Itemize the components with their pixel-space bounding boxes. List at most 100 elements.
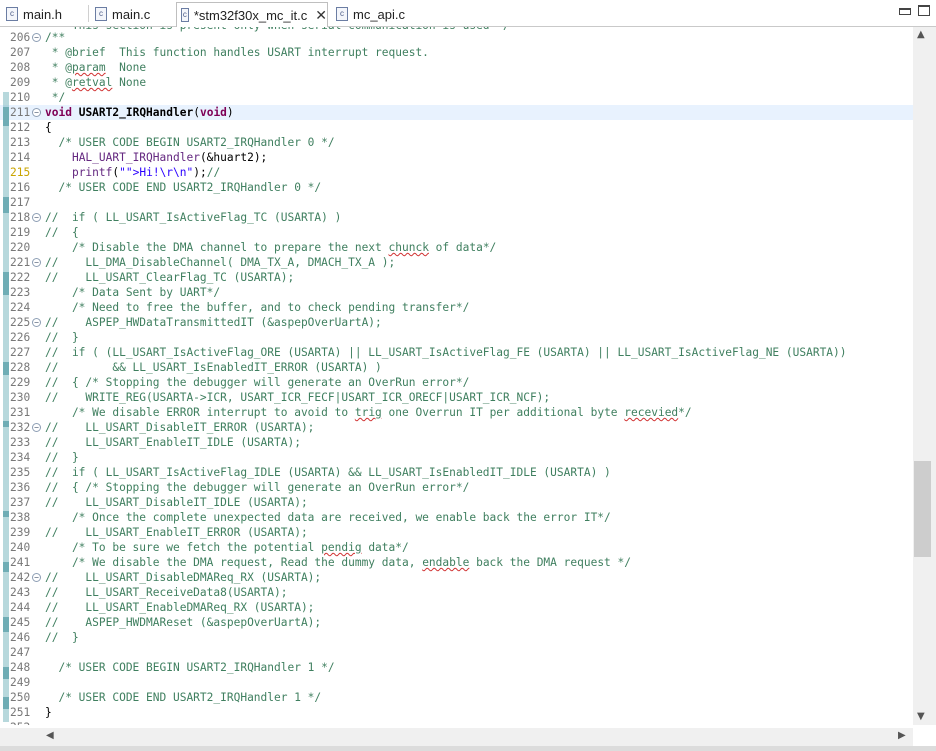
code-line[interactable]: 235 // if ( LL_USART_IsActiveFlag_IDLE (U… xyxy=(0,465,913,480)
code-line[interactable]: 243 // LL_USART_ReceiveData8(USARTA); xyxy=(0,585,913,600)
line-number: 209 xyxy=(10,76,31,89)
code-line[interactable]: 206−/** xyxy=(0,30,913,45)
code-line[interactable]: 210 */ xyxy=(0,90,913,105)
line-number: 230 xyxy=(10,391,31,404)
fold-toggle-icon[interactable]: − xyxy=(32,108,41,117)
code-line[interactable]: 226 // } xyxy=(0,330,913,345)
code-line[interactable]: 229 // { /* Stopping the debugger will ge… xyxy=(0,375,913,390)
code-line[interactable]: 208 * @param None xyxy=(0,60,913,75)
code-line[interactable]: 240 /* To be sure we fetch the potential… xyxy=(0,540,913,555)
fold-toggle-icon[interactable]: − xyxy=(32,573,41,582)
code-line[interactable]: 247 xyxy=(0,645,913,660)
code-line[interactable]: 228 // && LL_USART_IsEnabledIT_ERROR (USA… xyxy=(0,360,913,375)
code-line[interactable]: 214 HAL_UART_IRQHandler(&huart2); xyxy=(0,150,913,165)
code-line[interactable]: 213 /* USER CODE BEGIN USART2_IRQHandler… xyxy=(0,135,913,150)
code-line[interactable]: 239 // LL_USART_EnableIT_ERROR (USARTA); xyxy=(0,525,913,540)
code-line[interactable]: 230 // WRITE_REG(USARTA->ICR, USART_ICR_F… xyxy=(0,390,913,405)
status-strip xyxy=(0,746,936,751)
code-line[interactable]: 238 /* Once the complete unexpected data… xyxy=(0,510,913,525)
code-line[interactable]: 217 xyxy=(0,195,913,210)
code-line[interactable]: 246 // } xyxy=(0,630,913,645)
code-text: /* We disable ERROR interrupt to avoid t… xyxy=(45,406,692,419)
code-line[interactable]: 220 /* Disable the DMA channel to prepar… xyxy=(0,240,913,255)
scroll-down-icon[interactable]: ▼ xyxy=(917,711,925,722)
code-text: /* Need to free the buffer, and to check… xyxy=(45,301,470,314)
line-number: 249 xyxy=(10,676,31,689)
code-text: * @brief This function handles USART int… xyxy=(45,46,429,59)
scroll-up-icon[interactable]: ▲ xyxy=(917,29,925,40)
tab-main-c[interactable]: c main.c xyxy=(91,2,175,26)
tab-main-h[interactable]: c main.h xyxy=(2,2,86,26)
code-line[interactable]: 233 // LL_USART_EnableIT_IDLE (USARTA); xyxy=(0,435,913,450)
editor-tab-bar: c main.h c main.c c *stm32f30x_mc_it.c ✕… xyxy=(0,0,936,27)
code-line[interactable]: 219 // { xyxy=(0,225,913,240)
code-editor[interactable]: * This section is present only when seri… xyxy=(0,27,913,725)
code-text: printf("">Hi!\r\n");// xyxy=(71,166,221,179)
code-line[interactable]: 223 /* Data Sent by UART*/ xyxy=(0,285,913,300)
code-text: // if ( LL_USART_IsActiveFlag_TC (USARTA… xyxy=(45,211,342,224)
code-line[interactable]: 231 /* We disable ERROR interrupt to avo… xyxy=(0,405,913,420)
code-text: // ASPEP_HWDataTransmittedIT (&aspepOver… xyxy=(45,316,382,329)
code-line[interactable]: 252 xyxy=(0,720,913,725)
line-number: 236 xyxy=(10,481,31,494)
code-line[interactable]: 218−// if ( LL_USART_IsActiveFlag_TC (US… xyxy=(0,210,913,225)
code-text: // LL_DMA_DisableChannel( DMA_TX_A, DMAC… xyxy=(45,256,396,269)
line-number: 234 xyxy=(10,451,31,464)
c-file-icon: c xyxy=(181,8,189,22)
code-line[interactable]: 209 * @retval None xyxy=(0,75,913,90)
code-text: // && LL_USART_IsEnabledIT_ERROR (USARTA… xyxy=(45,361,382,374)
c-file-icon: c xyxy=(336,7,348,21)
fold-toggle-icon[interactable]: − xyxy=(32,33,41,42)
fold-toggle-icon[interactable]: − xyxy=(32,318,41,327)
fold-toggle-icon[interactable]: − xyxy=(32,213,41,222)
code-line[interactable]: 225−// ASPEP_HWDataTransmittedIT (&aspep… xyxy=(0,315,913,330)
code-line[interactable]: 248 /* USER CODE BEGIN USART2_IRQHandler… xyxy=(0,660,913,675)
maximize-icon[interactable] xyxy=(918,5,930,16)
code-text: /* USER CODE BEGIN USART2_IRQHandler 1 *… xyxy=(45,661,335,674)
code-line[interactable]: 207 * @brief This function handles USART… xyxy=(0,45,913,60)
line-number: 246 xyxy=(10,631,31,644)
vertical-scroll-thumb[interactable] xyxy=(914,461,931,557)
code-line[interactable]: 241 /* We disable the DMA request, Read … xyxy=(0,555,913,570)
code-line[interactable]: 242−// LL_USART_DisableDMAReq_RX (USARTA… xyxy=(0,570,913,585)
line-number: 223 xyxy=(10,286,31,299)
code-line[interactable]: 216 /* USER CODE END USART2_IRQHandler 0… xyxy=(0,180,913,195)
fold-toggle-icon[interactable]: − xyxy=(32,258,41,267)
scroll-right-icon[interactable]: ▶ xyxy=(898,730,906,741)
code-line[interactable]: 251} xyxy=(0,705,913,720)
code-line[interactable]: 215 printf("">Hi!\r\n");// xyxy=(0,165,913,180)
code-line[interactable]: 224 /* Need to free the buffer, and to c… xyxy=(0,300,913,315)
code-line[interactable]: 211− void USART2_IRQHandler(void) xyxy=(0,105,913,120)
code-text: // if ( (LL_USART_IsActiveFlag_ORE (USAR… xyxy=(45,346,847,359)
code-line[interactable]: 250 /* USER CODE END USART2_IRQHandler 1… xyxy=(0,690,913,705)
code-line[interactable]: 237 // LL_USART_DisableIT_IDLE (USARTA); xyxy=(0,495,913,510)
close-tab-icon[interactable]: ✕ xyxy=(315,7,327,24)
code-line[interactable]: 227 // if ( (LL_USART_IsActiveFlag_ORE (U… xyxy=(0,345,913,360)
code-line[interactable]: 249 xyxy=(0,675,913,690)
minimize-icon[interactable] xyxy=(899,8,911,15)
code-text: */ xyxy=(45,91,66,104)
code-text: * @retval None xyxy=(45,76,147,89)
code-line[interactable]: 244 // LL_USART_EnableDMAReq_RX (USARTA); xyxy=(0,600,913,615)
tab-stm32f30x-mc-it-c[interactable]: c *stm32f30x_mc_it.c ✕ xyxy=(176,2,328,27)
line-number: 233 xyxy=(10,436,31,449)
code-text: // LL_USART_ClearFlag_TC (USARTA); xyxy=(45,271,295,284)
code-line[interactable]: 232−// LL_USART_DisableIT_ERROR (USARTA)… xyxy=(0,420,913,435)
horizontal-scrollbar[interactable]: ◀ ▶ xyxy=(0,728,913,746)
code-line[interactable]: 234 // } xyxy=(0,450,913,465)
code-line[interactable]: 221−// LL_DMA_DisableChannel( DMA_TX_A, … xyxy=(0,255,913,270)
code-line[interactable]: 222 // LL_USART_ClearFlag_TC (USARTA); xyxy=(0,270,913,285)
code-text: // LL_USART_ReceiveData8(USARTA); xyxy=(45,586,288,599)
tab-mc-api-c[interactable]: c mc_api.c xyxy=(332,2,432,26)
vertical-scrollbar[interactable]: ▲ ▼ xyxy=(913,27,936,725)
line-number: 240 xyxy=(10,541,31,554)
code-text: /* USER CODE END USART2_IRQHandler 0 */ xyxy=(45,181,322,194)
code-line[interactable]: 236 // { /* Stopping the debugger will ge… xyxy=(0,480,913,495)
code-line[interactable]: 245 // ASPEP_HWDMAReset (&aspepOverUartA)… xyxy=(0,615,913,630)
line-number: 250 xyxy=(10,691,31,704)
code-line[interactable]: 212 { xyxy=(0,120,913,135)
scroll-left-icon[interactable]: ◀ xyxy=(46,730,54,741)
code-text: // LL_USART_DisableIT_ERROR (USARTA); xyxy=(45,421,315,434)
line-number: 238 xyxy=(10,511,31,524)
fold-toggle-icon[interactable]: − xyxy=(32,423,41,432)
